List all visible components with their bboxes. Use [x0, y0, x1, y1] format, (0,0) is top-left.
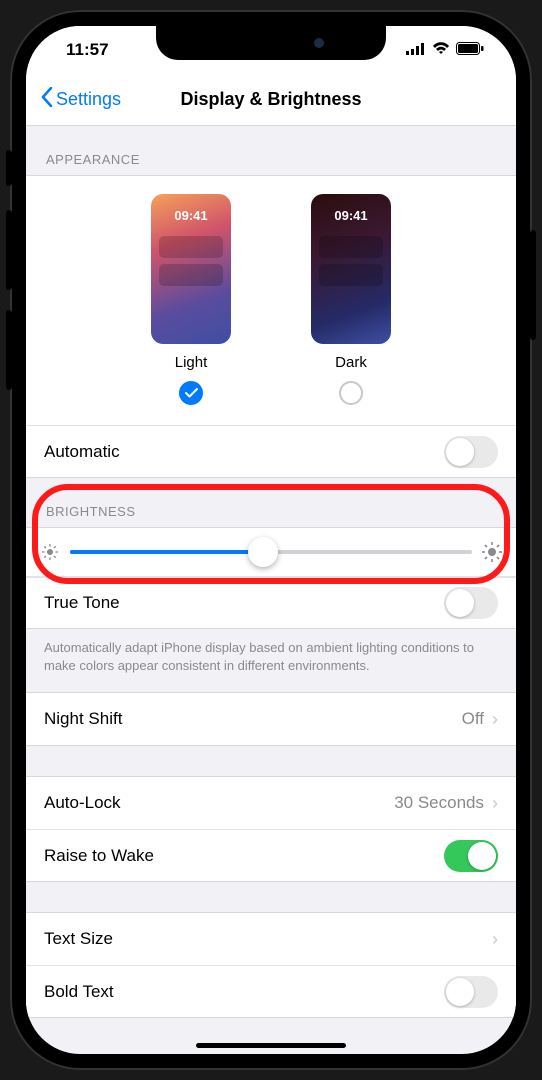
brightness-slider[interactable] — [70, 550, 472, 554]
back-button[interactable]: Settings — [26, 87, 121, 112]
section-header-appearance: APPEARANCE — [26, 126, 516, 175]
silent-switch — [6, 150, 12, 186]
home-indicator[interactable] — [196, 1043, 346, 1048]
device-frame: 11:57 Settings Display & B — [10, 10, 532, 1070]
dark-radio[interactable] — [339, 381, 363, 405]
night-shift-row[interactable]: Night Shift Off › — [26, 693, 516, 745]
appearance-dark-option[interactable]: 09:41 Dark — [311, 194, 391, 405]
raise-to-wake-label: Raise to Wake — [44, 846, 154, 866]
sun-small-icon — [40, 542, 60, 562]
night-shift-value: Off — [462, 709, 484, 729]
true-tone-row[interactable]: True Tone — [26, 577, 516, 629]
night-shift-label: Night Shift — [44, 709, 122, 729]
cellular-icon — [406, 40, 426, 60]
wifi-icon — [432, 40, 450, 60]
bold-text-label: Bold Text — [44, 982, 114, 1002]
screen: 11:57 Settings Display & B — [26, 26, 516, 1054]
dark-label: Dark — [335, 354, 367, 371]
automatic-toggle[interactable] — [444, 436, 498, 468]
auto-lock-value: 30 Seconds — [394, 793, 484, 813]
raise-to-wake-row[interactable]: Raise to Wake — [26, 829, 516, 881]
battery-icon — [456, 40, 484, 60]
bold-text-toggle[interactable] — [444, 976, 498, 1008]
volume-up-button — [6, 210, 12, 290]
nav-bar: Settings Display & Brightness — [26, 74, 516, 126]
dark-preview: 09:41 — [311, 194, 391, 344]
text-size-row[interactable]: Text Size › — [26, 913, 516, 965]
automatic-row[interactable]: Automatic — [26, 425, 516, 477]
auto-lock-label: Auto-Lock — [44, 793, 121, 813]
auto-lock-row[interactable]: Auto-Lock 30 Seconds › — [26, 777, 516, 829]
true-tone-toggle[interactable] — [444, 587, 498, 619]
notch — [156, 26, 386, 60]
light-label: Light — [175, 354, 208, 371]
section-header-brightness: BRIGHTNESS — [26, 478, 516, 527]
true-tone-note: Automatically adapt iPhone display based… — [26, 629, 516, 692]
true-tone-label: True Tone — [44, 593, 120, 613]
volume-down-button — [6, 310, 12, 390]
raise-to-wake-toggle[interactable] — [444, 840, 498, 872]
light-radio[interactable] — [179, 381, 203, 405]
chevron-right-icon: › — [492, 709, 498, 730]
chevron-left-icon — [40, 87, 54, 112]
automatic-label: Automatic — [44, 442, 120, 462]
light-preview: 09:41 — [151, 194, 231, 344]
text-size-label: Text Size — [44, 929, 113, 949]
chevron-right-icon: › — [492, 929, 498, 950]
status-time: 11:57 — [66, 40, 109, 60]
back-label: Settings — [56, 89, 121, 110]
power-button — [530, 230, 536, 340]
appearance-light-option[interactable]: 09:41 Light — [151, 194, 231, 405]
bold-text-row[interactable]: Bold Text — [26, 965, 516, 1017]
chevron-right-icon: › — [492, 793, 498, 814]
sun-large-icon — [482, 542, 502, 562]
